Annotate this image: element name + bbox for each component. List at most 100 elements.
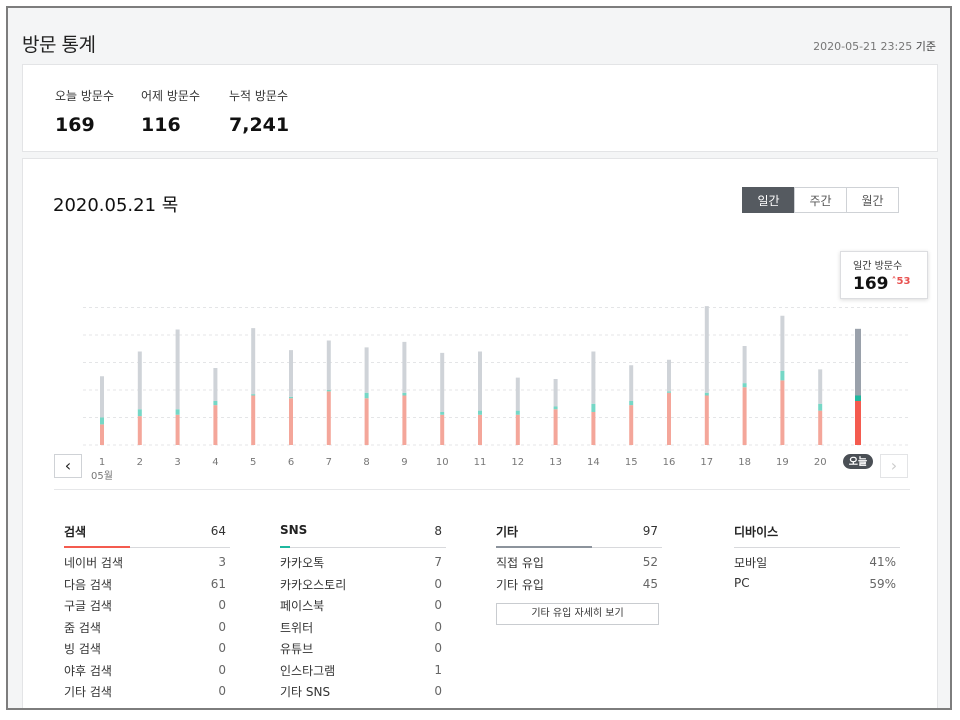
x-tick-label: 4 xyxy=(212,457,218,468)
x-tick-label: 3 xyxy=(174,457,180,468)
list-item: 기타 SNS 0 xyxy=(280,677,446,699)
bar-segment-기타 xyxy=(440,352,445,412)
column-header: SNS 8 xyxy=(280,519,446,548)
list-item: 기타 검색 0 xyxy=(64,677,230,699)
list-item: 기타 유입 45 xyxy=(496,570,662,592)
bar-segment-기타 xyxy=(629,365,634,401)
bar-segment-SNS xyxy=(402,392,407,396)
month-label: 05월 xyxy=(91,471,113,482)
bar-segment-SNS xyxy=(289,396,293,399)
bar-segment-SNS xyxy=(213,401,218,406)
bar-segment-SNS xyxy=(591,403,596,412)
bar-segment-검색 xyxy=(553,409,558,445)
tooltip-value: 169 xyxy=(853,274,889,294)
stat-label: 오늘 방문수 xyxy=(55,89,115,103)
list-item: 다음 검색 61 xyxy=(64,570,230,592)
bar-segment-기타 xyxy=(780,315,785,371)
list-item-value: 0 xyxy=(218,662,226,677)
x-tick-label: 6 xyxy=(288,457,294,468)
bar-segment-기타 xyxy=(704,306,709,393)
list-item-value: 0 xyxy=(218,641,226,655)
stat-value: 169 xyxy=(55,114,95,136)
x-tick-label: 5 xyxy=(250,457,256,468)
stat-label: 어제 방문수 xyxy=(141,89,201,103)
bar-segment-기타 xyxy=(289,350,293,397)
bar-segment-검색 xyxy=(402,395,407,445)
bar-segment-검색 xyxy=(440,414,445,445)
other-column: 기타 97 직접 유입 52 기타 유입 45 기타 유입 자세히 보기 xyxy=(496,519,662,625)
bar-segment-검색 xyxy=(364,398,369,445)
bar-segment-기타 xyxy=(251,328,256,395)
list-item-value: 1 xyxy=(434,662,442,677)
bar-segment-SNS xyxy=(440,412,445,415)
bar-segment-검색 xyxy=(591,412,596,445)
list-item-value: 3 xyxy=(218,555,226,569)
list-item: PC 59% xyxy=(734,570,900,592)
list-item-value: 0 xyxy=(218,684,226,698)
x-tick-label: 19 xyxy=(776,457,789,468)
bar-segment-SNS xyxy=(742,383,747,388)
bar-segment-검색 xyxy=(175,414,180,445)
x-tick-label: 17 xyxy=(700,457,713,468)
bar-segment-SNS xyxy=(326,390,331,392)
bar-segment-SNS xyxy=(251,394,256,396)
bar-segment-SNS xyxy=(175,409,180,415)
sns-column: SNS 8 카카오톡 7 카카오스토리 0 페이스북 0 트위터 0 유튜브 0 인스타그… xyxy=(280,519,446,699)
list-item-label: 구글 검색 xyxy=(64,599,112,613)
list-item-value: 0 xyxy=(218,619,226,634)
list-item-value: 0 xyxy=(434,619,442,634)
list-item-label: 줌 검색 xyxy=(64,620,101,635)
list-item-label: PC xyxy=(734,575,750,590)
list-item: 페이스북 0 xyxy=(280,591,446,613)
x-tick-label: 11 xyxy=(474,457,487,468)
list-item: 트위터 0 xyxy=(280,613,446,635)
x-tick-label: 10 xyxy=(436,457,449,468)
list-item: 네이버 검색 3 xyxy=(64,548,230,570)
list-item: 직접 유입 52 xyxy=(496,548,662,570)
bar-segment-검색 xyxy=(137,416,142,445)
x-tick-label: 18 xyxy=(738,457,751,468)
list-item-label: 직접 유입 xyxy=(496,556,544,570)
updated-timestamp: 2020-05-21 23:25 기준 xyxy=(813,38,936,54)
x-tick-label: 16 xyxy=(663,457,676,468)
bar-segment-검색 xyxy=(629,405,634,445)
chevron-left-icon: ‹ xyxy=(64,456,72,475)
bar-segment-검색 xyxy=(780,380,785,445)
stat-yesterday: 어제 방문수 116 xyxy=(141,87,200,136)
stat-value: 7,241 xyxy=(229,114,290,136)
x-tick-label: 2 xyxy=(137,457,143,468)
list-item-label: 기타 SNS xyxy=(280,685,331,699)
divider xyxy=(54,489,910,490)
x-tick-label: 14 xyxy=(587,457,600,468)
list-item: 유튜브 0 xyxy=(280,634,446,656)
tooltip-delta: ˄53 xyxy=(892,276,911,287)
stat-value: 116 xyxy=(141,114,181,136)
bar-segment-검색 xyxy=(704,395,709,445)
list-item-label: 모바일 xyxy=(734,556,768,570)
list-item-label: 야후 검색 xyxy=(64,663,112,678)
app-frame: 방문 통계 2020-05-21 23:25 기준 오늘 방문수 169 어제 … xyxy=(6,6,952,710)
stat-label: 누적 방문수 xyxy=(229,89,289,103)
bar-segment-검색 xyxy=(289,398,293,445)
list-item-label: 트위터 xyxy=(280,620,314,635)
x-tick-label: 15 xyxy=(625,457,638,468)
device-column: 디바이스 모바일 41% PC 59% xyxy=(734,519,900,591)
prev-button[interactable]: ‹ xyxy=(54,454,82,478)
bar-segment-검색 xyxy=(742,387,747,445)
bar-segment-SNS xyxy=(100,417,104,425)
bar-segment-검색 xyxy=(251,395,256,445)
x-tick-label: 7 xyxy=(326,457,332,468)
list-item: 줌 검색 0 xyxy=(64,613,230,635)
next-button[interactable]: › xyxy=(880,454,908,478)
bar-segment-기타 xyxy=(855,328,861,396)
list-item-label: 네이버 검색 xyxy=(64,556,124,570)
list-item-label: 페이스북 xyxy=(280,599,325,613)
bar-segment-SNS xyxy=(818,403,823,411)
bar-segment-기타 xyxy=(478,351,482,411)
other-inflow-detail-button[interactable]: 기타 유입 자세히 보기 xyxy=(496,603,659,625)
bar-segment-기타 xyxy=(742,346,747,384)
bar-segment-기타 xyxy=(364,347,369,393)
column-header: 검색 64 xyxy=(64,519,230,548)
bar-segment-SNS xyxy=(629,401,634,406)
list-item-value: 0 xyxy=(434,576,442,591)
